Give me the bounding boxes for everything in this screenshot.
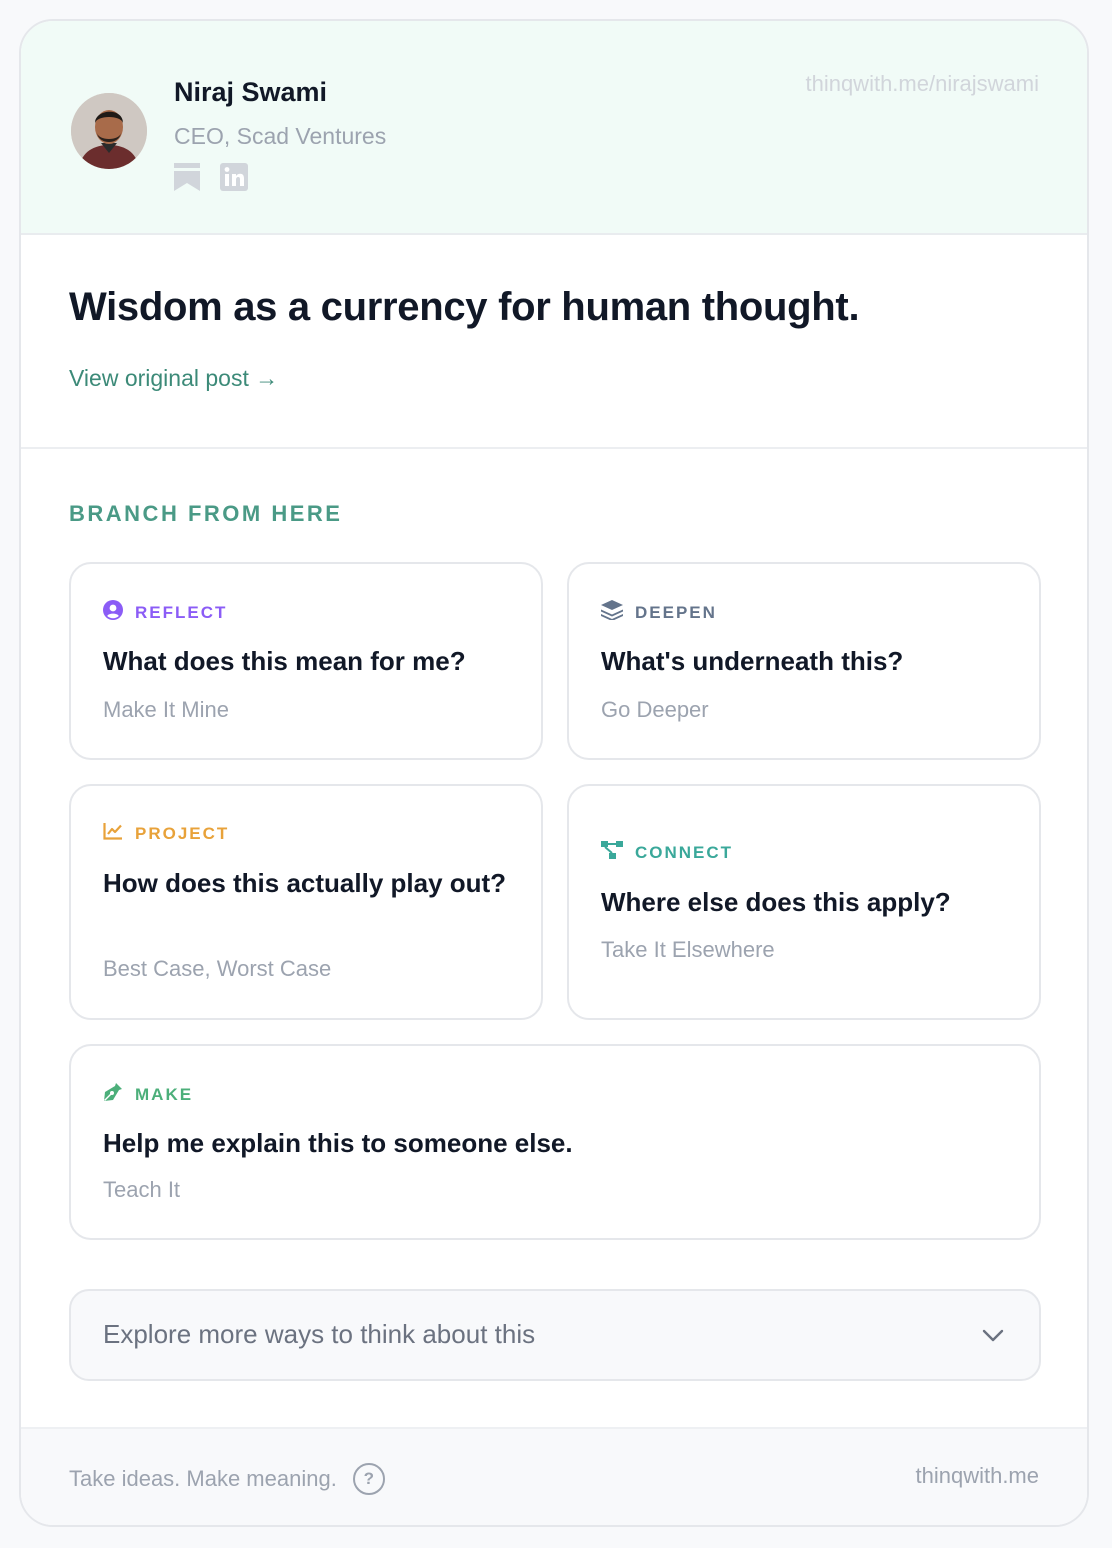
avatar[interactable] <box>71 93 147 169</box>
option-subtitle: Take It Elsewhere <box>601 937 775 962</box>
option-tag: PROJECT <box>103 822 229 845</box>
option-subtitle: Best Case, Worst Case <box>103 956 332 981</box>
explore-more-dropdown[interactable]: Explore more ways to think about this <box>69 1289 1041 1381</box>
option-tag-label: PROJECT <box>135 823 230 843</box>
help-icon[interactable]: ? <box>352 1463 385 1495</box>
post-section: Wisdom as a currency for human thought. … <box>21 235 1087 449</box>
option-question: Help me explain this to someone else. <box>103 1128 573 1158</box>
linkedin-icon[interactable] <box>220 163 248 191</box>
option-tag: CONNECT <box>601 841 733 864</box>
option-subtitle: Go Deeper <box>601 697 709 722</box>
network-icon <box>601 841 623 864</box>
option-question: Where else does this apply? <box>601 887 951 917</box>
post-title: Wisdom as a currency for human thought. <box>69 285 860 329</box>
option-question: What's underneath this? <box>601 646 904 676</box>
option-tag-label: MAKE <box>135 1084 194 1104</box>
user-circle-icon <box>103 600 123 625</box>
option-tag: REFLECT <box>103 600 227 625</box>
option-connect[interactable]: CONNECT Where else does this apply? Take… <box>567 784 1041 1020</box>
option-deepen[interactable]: DEEPEN What's underneath this? Go Deeper <box>567 562 1041 760</box>
option-make[interactable]: MAKE Help me explain this to someone els… <box>69 1044 1041 1240</box>
profile-link[interactable]: thinqwith.me/nirajswami <box>805 71 1039 97</box>
author-name: Niraj Swami <box>174 77 328 107</box>
author-title: CEO, Scad Ventures <box>174 123 387 149</box>
option-project[interactable]: PROJECT How does this actually play out?… <box>69 784 543 1020</box>
option-subtitle: Teach It <box>103 1177 181 1202</box>
option-tag-label: REFLECT <box>135 602 228 622</box>
footer-tagline: Take ideas. Make meaning. ? <box>69 1463 385 1495</box>
option-subtitle: Make It Mine <box>103 697 229 722</box>
branch-heading: BRANCH FROM HERE <box>69 501 343 526</box>
view-original-post-link[interactable]: View original post → <box>69 365 278 392</box>
tagline-text: Take ideas. Make meaning. <box>69 1466 337 1491</box>
option-question: How does this actually play out? <box>103 868 507 898</box>
bookmark-icon[interactable] <box>174 163 200 191</box>
option-question: What does this mean for me? <box>103 646 466 676</box>
author-header: Niraj Swami CEO, Scad Ventures thinqwith… <box>21 21 1087 235</box>
line-chart-icon <box>103 822 123 845</box>
layers-icon <box>601 600 623 625</box>
social-links <box>174 163 248 191</box>
share-card: Niraj Swami CEO, Scad Ventures thinqwith… <box>19 19 1089 1527</box>
explore-more-label: Explore more ways to think about this <box>103 1319 536 1349</box>
footer: Take ideas. Make meaning. ? thinqwith.me <box>21 1427 1087 1525</box>
option-reflect[interactable]: REFLECT What does this mean for me? Make… <box>69 562 543 760</box>
option-tag: MAKE <box>103 1082 193 1107</box>
chevron-down-icon <box>981 1323 1005 1352</box>
option-tag-label: DEEPEN <box>635 602 717 622</box>
option-tag-label: CONNECT <box>635 842 734 862</box>
footer-brand[interactable]: thinqwith.me <box>915 1463 1039 1489</box>
pen-nib-icon <box>103 1082 123 1107</box>
option-tag: DEEPEN <box>601 600 717 625</box>
